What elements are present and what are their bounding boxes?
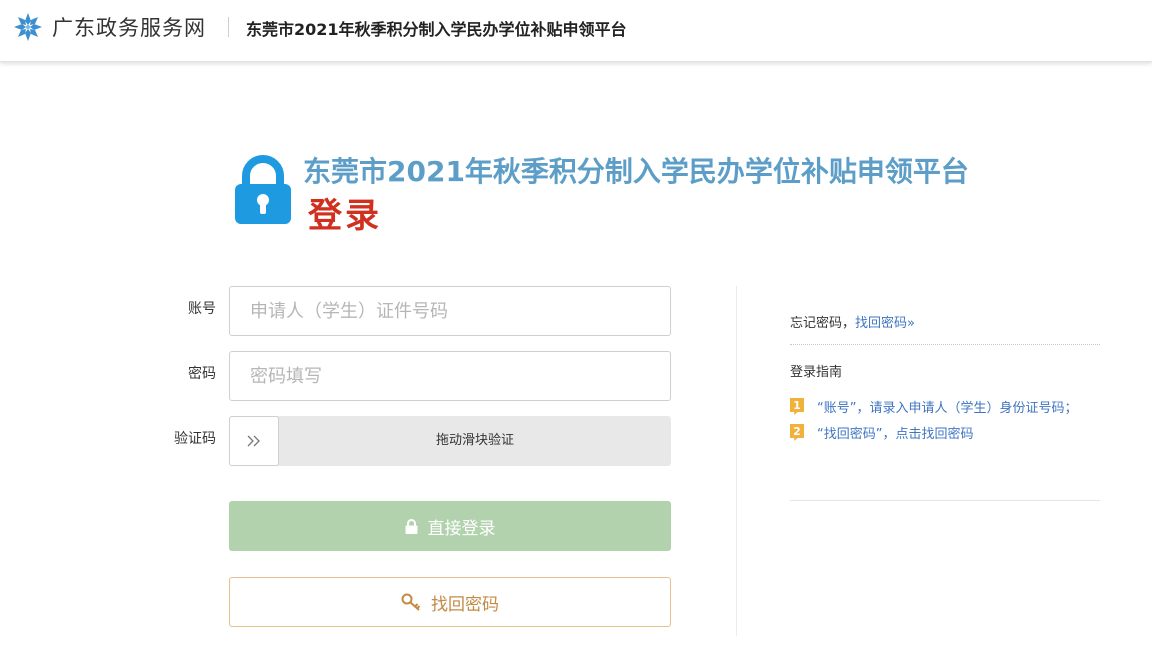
padlock-icon xyxy=(235,155,291,224)
key-icon xyxy=(401,593,421,611)
recover-password-button[interactable]: 找回密码 xyxy=(229,577,671,627)
recover-password-link[interactable]: 找回密码» xyxy=(855,316,915,331)
recover-button-label: 找回密码 xyxy=(431,594,499,615)
guide-text: “找回密码”，点击找回密码 xyxy=(817,427,974,442)
guide-item: 2 “找回密码”，点击找回密码 xyxy=(790,423,973,442)
header-divider xyxy=(228,17,229,37)
top-header: 广东政务服务网 东莞市2021年秋季积分制入学民办学位补贴申领平台 xyxy=(0,0,1152,62)
site-logo-icon[interactable] xyxy=(12,11,44,43)
forgot-prefix: 忘记密码， xyxy=(790,316,856,331)
vertical-divider xyxy=(736,286,737,636)
login-button-label: 直接登录 xyxy=(427,518,496,539)
guide-item: 1 “账号”，请录入申请人（学生）身份证号码； xyxy=(790,397,1077,416)
password-input[interactable] xyxy=(229,351,671,401)
panel-divider xyxy=(790,500,1100,501)
guide-number-badge: 2 xyxy=(790,424,804,441)
account-input[interactable] xyxy=(229,286,671,336)
slider-hint: 拖动滑块验证 xyxy=(435,433,514,448)
login-button[interactable]: 直接登录 xyxy=(229,501,671,551)
platform-title: 东莞市2021年秋季积分制入学民办学位补贴申领平台 xyxy=(246,20,627,39)
slider-handle[interactable] xyxy=(229,416,279,466)
login-guide-title: 登录指南 xyxy=(790,365,843,380)
dotted-divider xyxy=(790,344,1100,345)
lock-icon xyxy=(405,518,418,534)
double-chevron-right-icon xyxy=(247,435,260,447)
captcha-label: 验证码 xyxy=(174,431,216,447)
password-label: 密码 xyxy=(188,366,216,382)
guide-number-badge: 1 xyxy=(790,398,804,415)
account-label: 账号 xyxy=(188,301,216,317)
site-name[interactable]: 广东政务服务网 xyxy=(52,12,206,42)
slider-captcha[interactable]: 拖动滑块验证 xyxy=(229,416,671,466)
hero-title: 东莞市2021年秋季积分制入学民办学位补贴申领平台 xyxy=(303,155,969,188)
forgot-password-line: 忘记密码，找回密码» xyxy=(790,312,915,331)
guide-text: “账号”，请录入申请人（学生）身份证号码； xyxy=(817,401,1078,416)
login-heading: 登录 xyxy=(308,196,382,236)
